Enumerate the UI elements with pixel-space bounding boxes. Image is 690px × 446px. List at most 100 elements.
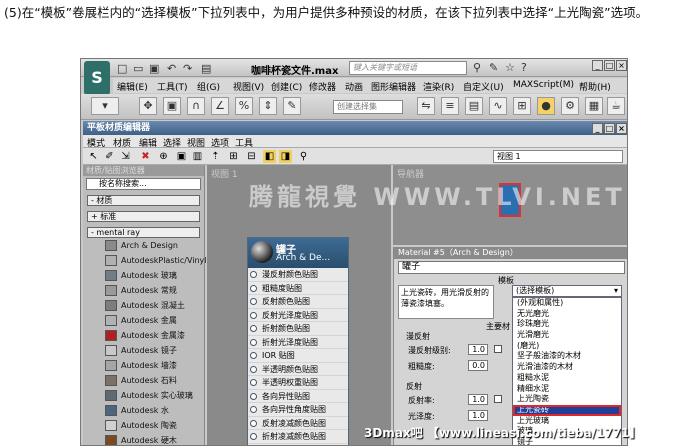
show-background-icon[interactable]: ▥: [191, 150, 204, 163]
menu-group[interactable]: 组(G): [197, 80, 220, 93]
layout-all-icon[interactable]: ⊞: [227, 150, 240, 163]
node-map-slot[interactable]: 反射光泽度贴图: [248, 309, 348, 322]
section-standard[interactable]: + 标准: [87, 211, 200, 222]
material-list-item[interactable]: Autodesk 石料: [103, 373, 204, 388]
layer-icon[interactable]: ▤: [465, 97, 483, 115]
socket-icon[interactable]: [250, 298, 257, 305]
node-map-slot[interactable]: IOR 贴图: [248, 349, 348, 363]
node-map-slot[interactable]: 折射光泽度贴图: [248, 336, 348, 349]
show-map-icon[interactable]: ▣: [175, 150, 188, 163]
socket-icon[interactable]: [250, 406, 257, 413]
menu-edit[interactable]: 编辑(E): [117, 80, 148, 93]
template-dropdown[interactable]: (选择模板) ▾: [512, 285, 622, 297]
move-icon[interactable]: ✥: [139, 97, 157, 115]
template-option[interactable]: 珍珠磨光: [513, 319, 621, 330]
template-option[interactable]: (磨光): [513, 341, 621, 352]
menu-create[interactable]: 创建(C): [271, 80, 302, 93]
node-header[interactable]: 罐子 Arch & De...: [248, 238, 348, 268]
section-materials[interactable]: - 材质: [87, 195, 200, 206]
close-icon[interactable]: ×: [616, 60, 627, 71]
socket-icon[interactable]: [250, 433, 257, 440]
material-node[interactable]: 罐子 Arch & De... 漫反射颜色贴图 粗糙度贴图 反射颜色贴图 反射光泽度贴…: [247, 237, 349, 445]
select-by-material-icon[interactable]: ⚲: [297, 150, 310, 163]
material-name-field[interactable]: 罐子: [398, 261, 625, 274]
redo-icon[interactable]: ↷: [183, 62, 192, 75]
node-map-slot[interactable]: 反射颜色贴图: [248, 295, 348, 309]
view-dropdown[interactable]: 视图 1: [493, 150, 623, 163]
minimize-icon[interactable]: _: [592, 60, 603, 71]
template-option[interactable]: 粗糙水泥: [513, 373, 621, 384]
node-editor-icon[interactable]: ◧: [263, 150, 276, 163]
socket-icon[interactable]: [250, 352, 257, 359]
new-file-icon[interactable]: □: [117, 62, 127, 75]
mirror-icon[interactable]: ⇋: [417, 97, 435, 115]
reflect-map-checkbox[interactable]: [494, 395, 502, 403]
socket-icon[interactable]: [250, 338, 257, 346]
material-list-item[interactable]: Autodesk 墙漆: [103, 358, 204, 373]
socket-icon[interactable]: [250, 311, 257, 319]
selection-set-dropdown[interactable]: 创建选择集: [333, 100, 403, 114]
move-children-icon[interactable]: ⊕: [157, 150, 170, 163]
render-setup-icon[interactable]: ⚙: [561, 97, 579, 115]
menu-graph-editors[interactable]: 图形编辑器: [371, 80, 416, 93]
star-icon[interactable]: ☆: [505, 61, 515, 74]
render-frame-icon[interactable]: ▦: [585, 97, 603, 115]
template-option[interactable]: 无光磨光: [513, 309, 621, 320]
menu-rendering[interactable]: 渲染(R): [423, 80, 454, 93]
material-list-item[interactable]: Autodesk 混凝土: [103, 298, 204, 313]
maximize-icon[interactable]: □: [604, 60, 615, 71]
menu-view[interactable]: 视图(V): [233, 80, 264, 93]
undo-icon[interactable]: ↶: [167, 62, 176, 75]
help-search-input[interactable]: 键入关键字或短语: [349, 61, 467, 75]
filter-dropdown[interactable]: ▾: [91, 97, 119, 115]
menu-modifiers[interactable]: 修改器: [309, 80, 336, 93]
node-map-slot[interactable]: 漫反射颜色贴图: [248, 268, 348, 282]
edit-named-sets-icon[interactable]: ✎: [283, 97, 301, 115]
menu-customize[interactable]: 自定义(U): [463, 80, 504, 93]
project-icon[interactable]: ▤: [201, 62, 211, 75]
slate-minimize-icon[interactable]: _: [592, 123, 603, 134]
socket-icon[interactable]: [250, 392, 257, 400]
reflectivity-spinner[interactable]: 1.0: [468, 394, 488, 405]
align-icon[interactable]: ≡: [441, 97, 459, 115]
angle-snap-icon[interactable]: ∠: [211, 97, 229, 115]
material-browser-icon[interactable]: ◨: [279, 150, 292, 163]
template-option[interactable]: 精细水泥: [513, 384, 621, 395]
node-map-slot[interactable]: 反射凌减颜色贴图: [248, 417, 348, 430]
diffuse-level-spinner[interactable]: 1.0: [468, 344, 488, 355]
delete-icon[interactable]: ✖: [139, 150, 152, 163]
render-teapot-icon[interactable]: ☕: [607, 97, 625, 115]
percent-snap-icon[interactable]: %: [235, 97, 253, 115]
save-icon[interactable]: ▣: [149, 62, 159, 75]
app-logo-icon[interactable]: S: [84, 61, 110, 95]
browser-search-input[interactable]: 按名称搜索...: [86, 178, 201, 190]
socket-icon[interactable]: [250, 365, 257, 373]
node-map-slot[interactable]: 粗糙度贴图: [248, 282, 348, 295]
material-list-item[interactable]: Arch & Design: [103, 238, 204, 253]
slate-maximize-icon[interactable]: □: [604, 123, 615, 134]
material-list-item[interactable]: Autodesk 硬木: [103, 433, 204, 445]
tools-icon[interactable]: ✎: [489, 61, 498, 74]
material-list-item[interactable]: Autodesk 实心玻璃: [103, 388, 204, 403]
open-file-icon[interactable]: ▭: [133, 62, 143, 75]
put-material-icon[interactable]: ✐: [103, 150, 116, 163]
material-editor-icon[interactable]: ●: [537, 97, 555, 115]
material-list-item[interactable]: AutodeskPlastic/Vinyl: [103, 253, 207, 268]
snap-icon[interactable]: ∩: [187, 97, 205, 115]
node-map-slot[interactable]: 折射凌减颜色贴图: [248, 430, 348, 444]
node-map-slot[interactable]: 各向异性角度贴图: [248, 403, 348, 417]
material-list-item[interactable]: Autodesk 常规: [103, 283, 204, 298]
menu-tools[interactable]: 工具(T): [157, 80, 188, 93]
main-rollout[interactable]: 主要材: [486, 321, 510, 332]
material-list-item[interactable]: Autodesk 水: [103, 403, 204, 418]
material-list-item[interactable]: Autodesk 金属: [103, 313, 204, 328]
template-option[interactable]: (外观和属性): [513, 298, 621, 309]
material-list-item[interactable]: Autodesk 镜子: [103, 343, 204, 358]
diffuse-map-checkbox[interactable]: [494, 345, 502, 353]
help-icon[interactable]: ?: [521, 61, 527, 74]
node-map-slot[interactable]: 折射颜色贴图: [248, 322, 348, 336]
template-option[interactable]: 上光陶瓷: [513, 394, 621, 405]
material-list-item[interactable]: Autodesk 陶瓷: [103, 418, 204, 433]
go-to-parent-icon[interactable]: ⇡: [209, 150, 222, 163]
socket-icon[interactable]: [250, 379, 257, 386]
